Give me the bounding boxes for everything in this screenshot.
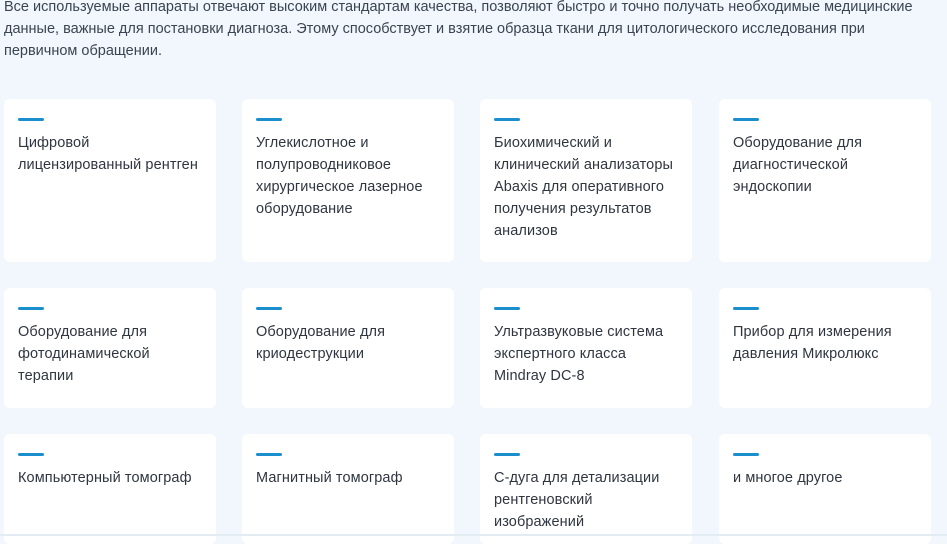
equipment-card-cryodestruction: Оборудование для криодеструкции: [242, 288, 454, 408]
equipment-card-ultrasound: Ультразвуковые система экспертного класс…: [480, 288, 692, 408]
equipment-card-pressure-meter: Прибор для измерения давления Микролюкс: [719, 288, 931, 408]
card-accent-line: [256, 453, 282, 456]
card-label: Компьютерный томограф: [18, 470, 192, 486]
card-accent-line: [494, 307, 520, 310]
card-label: Цифровой лицензированный рентген: [18, 135, 198, 173]
card-accent-line: [733, 453, 759, 456]
card-label: Оборудование для фотодинамической терапи…: [18, 324, 150, 384]
equipment-card-ct: Компьютерный томограф: [4, 434, 216, 544]
card-label: Оборудование для диагностической эндоско…: [733, 135, 863, 195]
equipment-card-mri: Магнитный томограф: [242, 434, 454, 544]
equipment-card-laser: Углекислотное и полупроводниковое хирург…: [242, 99, 454, 262]
card-label: С-дуга для детализации рентгеновский изо…: [494, 470, 660, 530]
card-label: Прибор для измерения давления Микролюкс: [733, 324, 892, 362]
card-label: Оборудование для криодеструкции: [256, 324, 386, 362]
equipment-card-analyzers: Биохимический и клинический анализаторы …: [480, 99, 692, 262]
card-accent-line: [18, 453, 44, 456]
card-label: Углекислотное и полупроводниковое хирург…: [256, 135, 423, 217]
equipment-card-endoscopy: Оборудование для диагностической эндоско…: [719, 99, 931, 262]
card-accent-line: [18, 118, 44, 121]
card-accent-line: [256, 118, 282, 121]
equipment-card-c-arm: С-дуга для детализации рентгеновский изо…: [480, 434, 692, 544]
card-accent-line: [733, 307, 759, 310]
card-label: и многое другое: [733, 470, 843, 486]
card-accent-line: [256, 307, 282, 310]
equipment-card-xray: Цифровой лицензированный рентген: [4, 99, 216, 262]
card-accent-line: [733, 118, 759, 121]
equipment-card-photodynamic: Оборудование для фотодинамической терапи…: [4, 288, 216, 408]
equipment-card-more: и многое другое: [719, 434, 931, 544]
card-accent-line: [18, 307, 44, 310]
card-accent-line: [494, 118, 520, 121]
card-label: Биохимический и клинический анализаторы …: [494, 135, 674, 239]
card-label: Магнитный томограф: [256, 470, 403, 486]
card-label: Ультразвуковые система экспертного класс…: [494, 324, 664, 384]
card-accent-line: [494, 453, 520, 456]
intro-paragraph: Все используемые аппараты отвечают высок…: [4, 0, 913, 59]
